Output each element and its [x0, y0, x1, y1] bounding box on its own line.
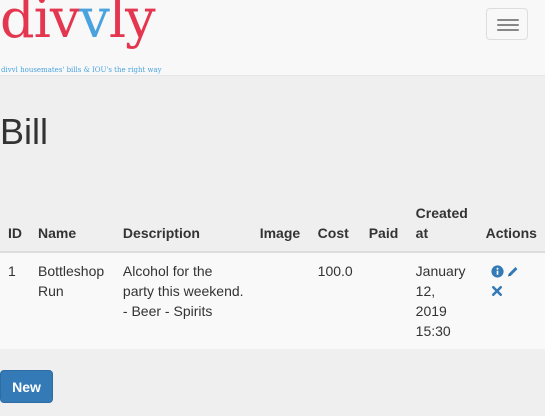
cell-id: 1: [8, 263, 16, 279]
header-name: Name: [30, 197, 115, 253]
header-created-at: Created at: [407, 197, 478, 253]
pencil-icon[interactable]: [506, 265, 520, 278]
logo-wordmark: divvly: [0, 0, 156, 46]
logo-prefix: div: [0, 0, 80, 50]
cell-created-at: January 12, 2019 15:30: [415, 263, 466, 339]
header-cost: Cost: [309, 197, 361, 253]
header-id: ID: [0, 197, 30, 253]
bills-table: ID Name Description Image Cost Paid Crea…: [0, 197, 545, 349]
table-row: 1 Bottleshop Run Alcohol for the party t…: [0, 252, 545, 349]
cell-cost: 100.0: [317, 263, 353, 279]
info-icon[interactable]: [491, 265, 504, 278]
page-title: Bill: [0, 111, 49, 152]
cell-image: [252, 252, 310, 349]
brand-tagline: divvl housemates' bills & IOU's the righ…: [1, 66, 162, 74]
header-actions: Actions: [477, 197, 545, 253]
navbar: divvly divvl housemates' bills & IOU's t…: [0, 0, 545, 76]
cell-paid: [361, 252, 408, 349]
hamburger-icon-bar: [497, 24, 519, 26]
table-header-row: ID Name Description Image Cost Paid Crea…: [0, 197, 545, 253]
cell-actions: [478, 252, 545, 349]
header-paid: Paid: [360, 197, 408, 253]
logo-suffix: ly: [108, 0, 156, 50]
cell-description: Alcohol for the party this weekend. - Be…: [122, 263, 244, 319]
hamburger-icon-bar: [497, 29, 519, 31]
header-image: Image: [251, 197, 310, 253]
delete-icon[interactable]: [491, 285, 503, 297]
cell-name: Bottleshop Run: [38, 263, 105, 299]
hamburger-icon: [497, 19, 519, 21]
header-description: Description: [114, 197, 252, 253]
new-button[interactable]: New: [0, 370, 53, 403]
navbar-toggle-button[interactable]: [486, 8, 528, 40]
logo-accent: v: [79, 0, 109, 50]
